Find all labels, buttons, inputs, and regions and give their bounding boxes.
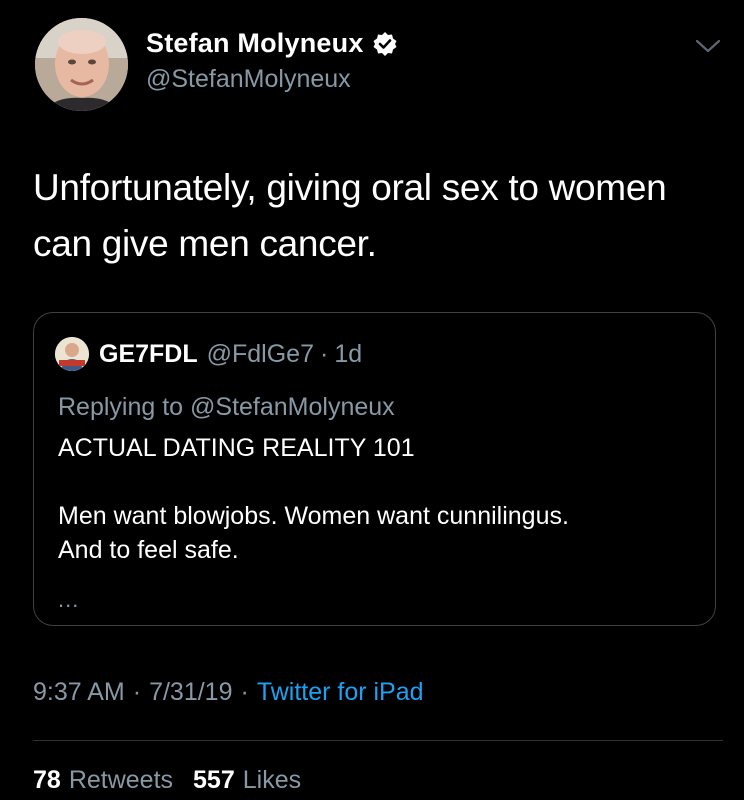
tweet-header: Stefan Molyneux @StefanMolyneux [0,0,744,120]
quoted-separator: · [320,339,329,368]
tweet-text: Unfortunately, giving oral sex to women … [33,167,667,264]
retweets-count[interactable]: 78 [33,766,61,795]
quoted-tweet-card[interactable]: GE7FDL @FdlGe7 · 1d Replying to @StefanM… [33,312,716,626]
show-more-ellipsis: ... [58,587,80,612]
verified-badge-icon [372,31,398,57]
quoted-body-line: Men want blowjobs. Women want cunnilingu… [58,502,569,530]
likes-label[interactable]: Likes [243,766,301,795]
quoted-timestamp: 1d [334,339,363,368]
replying-to-label: Replying to @StefanMolyneux [58,393,395,421]
quoted-profile-photo-icon [55,337,89,371]
meta-separator: · [240,678,249,706]
author-handle[interactable]: @StefanMolyneux [146,65,351,94]
author-display-name[interactable]: Stefan Molyneux [146,28,364,59]
tweet-metadata: 9:37 AM · 7/31/19 · Twitter for iPad [33,678,424,707]
divider [33,740,723,741]
author-avatar[interactable] [35,18,128,111]
profile-photo-icon [35,18,128,111]
quoted-body-line: ACTUAL DATING REALITY 101 [58,434,415,462]
quoted-tweet-header: GE7FDL @FdlGe7 · 1d [55,337,362,371]
retweets-label[interactable]: Retweets [69,766,173,795]
tweet-date: 7/31/19 [149,678,233,706]
likes-count[interactable]: 557 [193,766,235,795]
author-name-row[interactable]: Stefan Molyneux [146,28,398,59]
quoted-tweet-body: ACTUAL DATING REALITY 101 Men want blowj… [58,431,698,567]
chevron-down-icon[interactable] [693,35,723,57]
quoted-author-avatar [55,337,89,371]
quoted-body-line: And to feel safe. [58,536,239,564]
tweet-source-link[interactable]: Twitter for iPad [257,678,424,707]
quoted-handle: @FdlGe7 [206,339,314,368]
quoted-display-name: GE7FDL [99,339,198,368]
tweet-stats: 78 Retweets 557 Likes [33,766,321,795]
tweet-time: 9:37 AM [33,678,125,706]
meta-separator: · [132,678,142,706]
